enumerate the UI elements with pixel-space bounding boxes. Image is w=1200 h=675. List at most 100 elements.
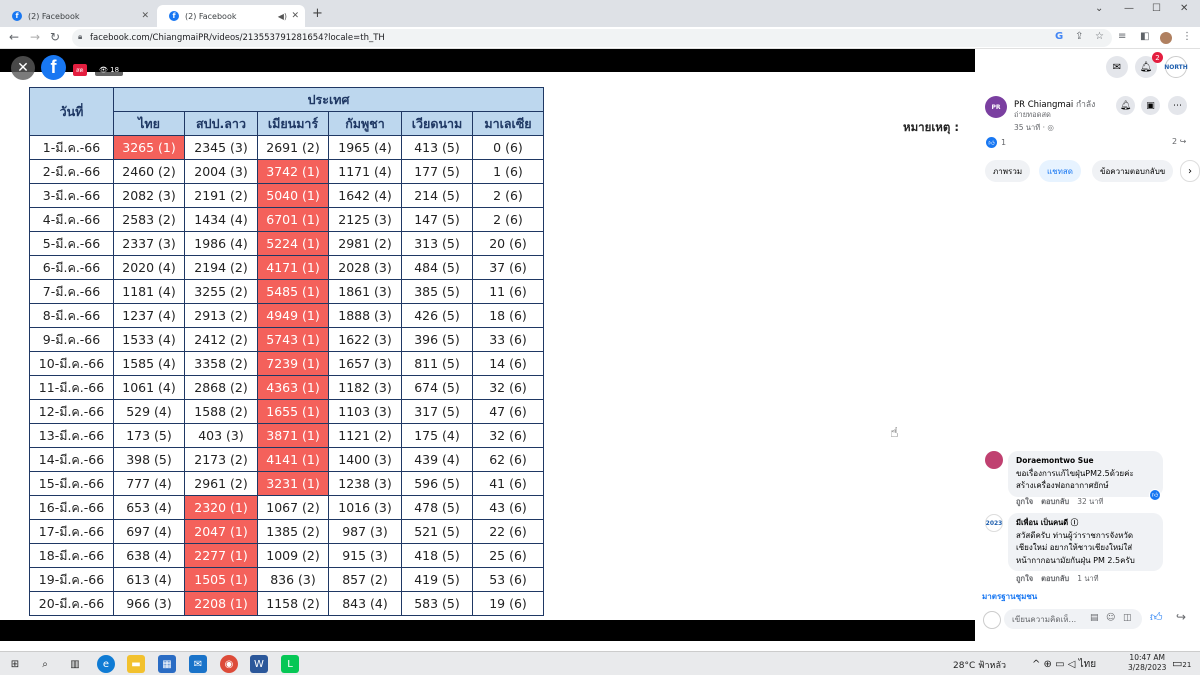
url-input[interactable]: 🔒︎ facebook.com/ChiangmaiPR/videos/21355… [72, 29, 1112, 47]
commenter-name-text[interactable]: มีเพื่อน เป็นคนดี [1016, 518, 1068, 527]
windows-start-icon[interactable]: ⊞ [6, 655, 24, 673]
messenger-icon[interactable]: ✉ [1106, 56, 1128, 78]
word-icon[interactable]: W [250, 655, 268, 673]
bookmark-star-icon[interactable]: ☆ [1095, 31, 1104, 42]
notification-center-icon[interactable]: ▭21 [1172, 657, 1191, 670]
task-view-icon[interactable]: ▥ [66, 655, 84, 673]
table-row: 14-มี.ค.-66 398 (5) 2173 (2) 4141 (1) 1400 (… [29, 447, 544, 472]
hand-cursor-icon: ☝ [890, 425, 899, 441]
like-comment-link[interactable]: ถูกใจ [1016, 496, 1033, 508]
chrome-icon[interactable]: ◉ [220, 655, 238, 673]
share-count-line[interactable]: 2 ↪ [1172, 137, 1186, 146]
reply-comment-link[interactable]: ตอบกลับ [1041, 496, 1069, 508]
media-control-icon[interactable]: ≡ [1118, 31, 1126, 42]
value-cell: 1400 (3) [328, 447, 402, 472]
country-group-header: ประเทศ [113, 87, 544, 112]
mail-icon[interactable]: ✉ [189, 655, 207, 673]
like-comment-link[interactable]: ถูกใจ [1016, 573, 1033, 585]
value-cell: 843 (4) [328, 591, 402, 616]
commenter-avatar[interactable]: 2023 [985, 514, 1003, 532]
gif-icon[interactable]: ▤ [1090, 613, 1099, 623]
maximize-button[interactable]: ☐ [1152, 3, 1161, 14]
side-panel-icon[interactable]: ◧ [1140, 31, 1149, 42]
browser-tab-active[interactable]: f (2) Facebook ◀) ✕ [157, 5, 305, 27]
comment-time: 1 นาที [1077, 574, 1099, 583]
value-cell: 1657 (3) [328, 351, 402, 376]
audio-icon[interactable]: ◀) [278, 12, 287, 21]
browser-menu-icon[interactable]: ⋮ [1182, 31, 1192, 42]
country-header: เวียดนาม [401, 111, 473, 136]
profile-avatar[interactable] [1160, 32, 1172, 44]
commenter-name[interactable]: Doraemontwo Sue [1016, 455, 1155, 468]
reply-comment-link[interactable]: ตอบกลับ [1041, 573, 1069, 585]
back-arrow-icon[interactable]: ← [9, 30, 19, 44]
top-rank-cell: 5040 (1) [257, 183, 329, 208]
close-tab-icon[interactable]: ✕ [141, 11, 149, 21]
language-indicator[interactable]: ไทย [1079, 659, 1096, 670]
account-avatar[interactable]: NORTH [1164, 56, 1188, 78]
share-icon: ↪ [1179, 137, 1187, 146]
value-cell: 836 (3) [257, 567, 329, 592]
new-tab-button[interactable]: + [312, 6, 323, 21]
chevron-right-icon[interactable]: › [1180, 160, 1200, 182]
value-cell: 37 (6) [472, 255, 544, 280]
forward-arrow-icon[interactable]: → [30, 30, 40, 44]
search-icon[interactable]: ⌕ [36, 655, 54, 673]
system-tray-icons[interactable]: ^ ⊕ ▭ ◁ ไทย [1032, 657, 1096, 672]
tab-overview[interactable]: ภาพรวม [985, 160, 1031, 182]
table-row: 8-มี.ค.-66 1237 (4) 2913 (2) 4949 (1) 1888 (… [29, 303, 544, 328]
tab-replies[interactable]: ข้อความตอบกลับข [1092, 160, 1174, 182]
close-viewer-button[interactable]: ✕ [11, 56, 35, 80]
commenter-avatar[interactable] [985, 451, 1003, 469]
more-options-icon[interactable]: ⋯ [1168, 96, 1187, 115]
value-cell: 1061 (4) [113, 375, 185, 400]
value-cell: 1585 (4) [113, 351, 185, 376]
store-icon[interactable]: ▦ [158, 655, 176, 673]
tab-live-chat[interactable]: แชทสด [1039, 160, 1081, 182]
share-arrow-icon[interactable]: ↪ [1176, 610, 1186, 624]
close-tab-icon[interactable]: ✕ [291, 11, 299, 21]
value-cell: 1888 (3) [328, 303, 402, 328]
follow-bell-icon[interactable]: 🔔︎ [1116, 96, 1135, 115]
close-window-button[interactable]: ✕ [1180, 3, 1188, 14]
weather-widget[interactable]: 28°C ฟ้าหลัว [953, 658, 1006, 672]
eye-icon: 👁︎ [99, 66, 111, 74]
date-cell: 12-มี.ค.-66 [29, 399, 114, 424]
share-icon[interactable]: ⇪ [1075, 31, 1083, 42]
status-strip [0, 641, 975, 651]
emoji-icon[interactable]: ☺ [1106, 613, 1115, 623]
google-icon[interactable]: G [1055, 31, 1063, 42]
edge-icon[interactable]: e [97, 655, 115, 673]
value-cell: 1171 (4) [328, 159, 402, 184]
community-standards-link[interactable]: มาตรฐานชุมชน [982, 590, 1037, 603]
table-row: 12-มี.ค.-66 529 (4) 1588 (2) 1655 (1) 1103 (… [29, 399, 544, 424]
save-icon[interactable]: ▣ [1141, 96, 1160, 115]
tab-search-icon[interactable]: ⌄ [1095, 3, 1103, 14]
facebook-logo-icon[interactable]: f [41, 55, 66, 80]
my-avatar[interactable] [983, 611, 1001, 629]
date-cell: 7-มี.ค.-66 [29, 279, 114, 304]
value-cell: 33 (6) [472, 327, 544, 352]
value-cell: 777 (4) [113, 471, 185, 496]
date-cell: 8-มี.ค.-66 [29, 303, 114, 328]
browser-tab[interactable]: f (2) Facebook ✕ [0, 5, 155, 27]
top-rank-cell: 5485 (1) [257, 279, 329, 304]
value-cell: 2028 (3) [328, 255, 402, 280]
minimize-button[interactable]: — [1124, 3, 1134, 14]
value-cell: 317 (5) [401, 399, 473, 424]
sticker-icon[interactable]: ◫ [1123, 613, 1132, 623]
comment-like-icon: 👍︎ [1149, 489, 1161, 501]
value-cell: 41 (6) [472, 471, 544, 496]
reload-icon[interactable]: ↻ [50, 30, 60, 44]
line-icon[interactable]: L [281, 655, 299, 673]
reaction-summary[interactable]: 👍︎ 1 [986, 137, 1006, 148]
clock[interactable]: 10:47 AM 3/28/2023 [1128, 653, 1166, 673]
video-frame[interactable]: วันที่ ประเทศ ไทย สปป.ลาว เมียนมาร์ กัมพูชา… [0, 72, 975, 620]
date-cell: 4-มี.ค.-66 [29, 207, 114, 232]
comment-input[interactable]: เขียนความคิดเห็... [1004, 609, 1142, 629]
file-explorer-icon[interactable]: ▬ [127, 655, 145, 673]
table-row: 17-มี.ค.-66 697 (4) 2047 (1) 1385 (2) 987 (3… [29, 519, 544, 544]
table-row: 20-มี.ค.-66 966 (3) 2208 (1) 1158 (2) 843 (4… [29, 591, 544, 616]
page-avatar[interactable]: PR [985, 96, 1007, 118]
like-button-icon[interactable]: 👍︎ [1150, 610, 1163, 625]
